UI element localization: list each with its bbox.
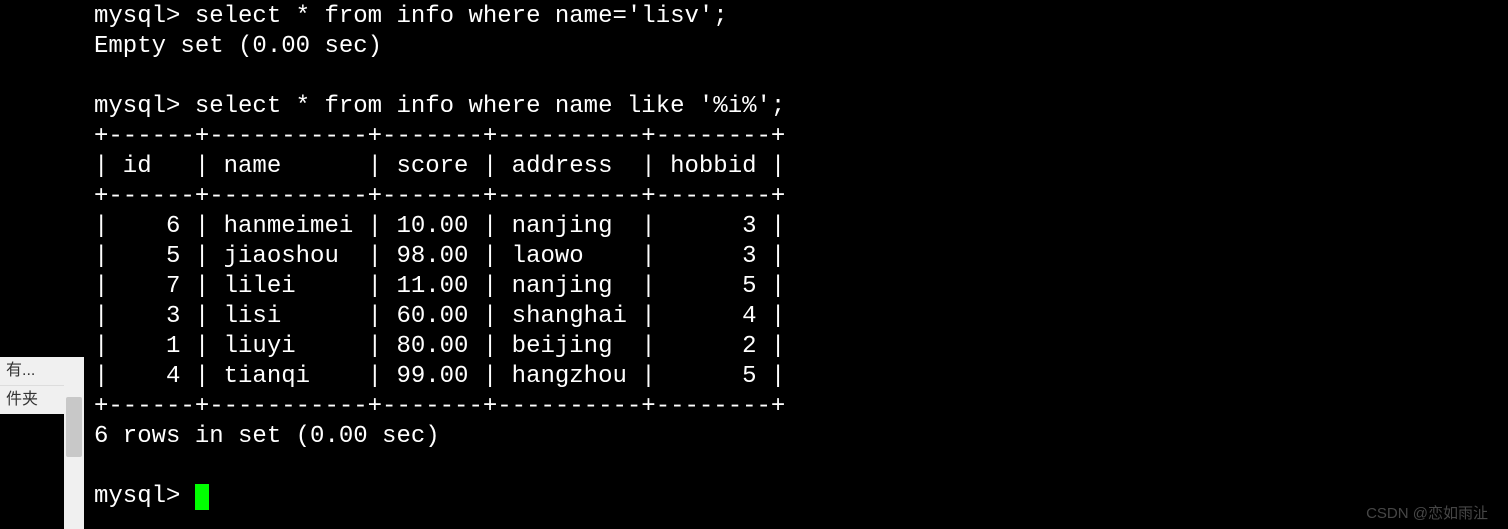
empty-set-line: Empty set (0.00 sec): [94, 33, 382, 60]
terminal-output[interactable]: mysql> select * from info where name='li…: [94, 0, 1508, 529]
query-line: mysql> select * from info where name lik…: [94, 93, 785, 120]
table-row: | 4 | tianqi | 99.00 | hangzhou | 5 |: [94, 363, 785, 390]
watermark: CSDN @恋如雨沚: [1366, 505, 1488, 524]
scrollbar-thumb[interactable]: [66, 397, 82, 457]
table-header: | id | name | score | address | hobbid |: [94, 153, 785, 180]
table-border: +------+-----------+-------+----------+-…: [94, 123, 785, 150]
table-row: | 5 | jiaoshou | 98.00 | laowo | 3 |: [94, 243, 785, 270]
table-row: | 6 | hanmeimei | 10.00 | nanjing | 3 |: [94, 213, 785, 240]
prev-query-line: mysql> select * from info where name='li…: [94, 3, 728, 30]
cursor-icon: [195, 484, 209, 510]
table-border: +------+-----------+-------+----------+-…: [94, 183, 785, 210]
scrollbar-track[interactable]: [64, 357, 84, 529]
sidebar-item-label: 有...: [6, 361, 35, 381]
table-row: | 7 | lilei | 11.00 | nanjing | 5 |: [94, 273, 785, 300]
table-border: +------+-----------+-------+----------+-…: [94, 393, 785, 420]
row-summary: 6 rows in set (0.00 sec): [94, 423, 440, 450]
mysql-prompt: mysql>: [94, 483, 195, 510]
sidebar-item-label: 件夹: [6, 390, 38, 410]
table-row: | 1 | liuyi | 80.00 | beijing | 2 |: [94, 333, 785, 360]
table-row: | 3 | lisi | 60.00 | shanghai | 4 |: [94, 303, 785, 330]
